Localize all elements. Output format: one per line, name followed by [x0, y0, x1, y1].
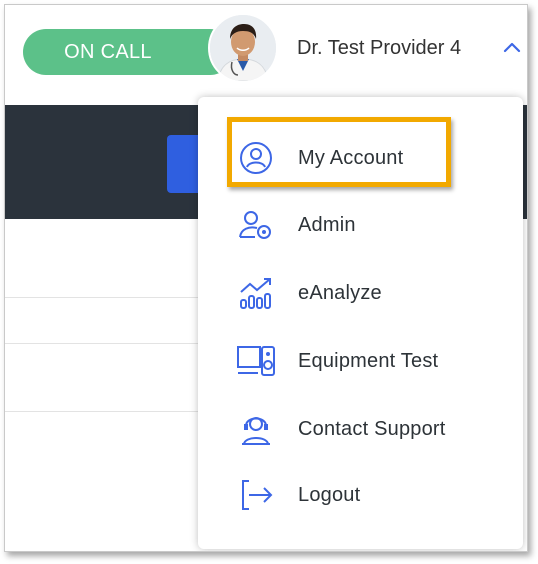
menu-item-label: Contact Support — [298, 417, 446, 440]
app-window: ON CALL Dr. Test Provider 4 My Account A… — [4, 4, 528, 552]
divider — [5, 411, 205, 412]
menu-item-label: Logout — [298, 483, 361, 506]
analytics-icon — [236, 273, 276, 313]
menu-item-logout[interactable]: Logout — [198, 464, 523, 526]
menu-item-label: Admin — [298, 213, 356, 236]
menu-item-contact-support[interactable]: Contact Support — [198, 398, 523, 460]
user-gear-icon — [236, 205, 276, 245]
menu-item-equipment-test[interactable]: Equipment Test — [198, 330, 523, 392]
on-call-status-label: ON CALL — [64, 40, 152, 63]
divider — [5, 343, 205, 344]
menu-item-admin[interactable]: Admin — [198, 194, 523, 256]
menu-item-label: eAnalyze — [298, 281, 382, 304]
menu-item-eanalyze[interactable]: eAnalyze — [198, 262, 523, 324]
avatar[interactable] — [208, 13, 278, 83]
chevron-up-icon[interactable] — [501, 39, 523, 55]
menu-item-label: Equipment Test — [298, 349, 439, 372]
logout-icon — [236, 475, 276, 515]
doctor-avatar-icon — [210, 15, 276, 81]
support-headset-icon — [236, 409, 276, 449]
provider-name[interactable]: Dr. Test Provider 4 — [297, 37, 461, 60]
on-call-status-toggle[interactable]: ON CALL — [23, 29, 233, 75]
highlight-box — [227, 117, 451, 187]
divider — [5, 297, 205, 298]
monitor-speaker-icon — [236, 341, 276, 381]
